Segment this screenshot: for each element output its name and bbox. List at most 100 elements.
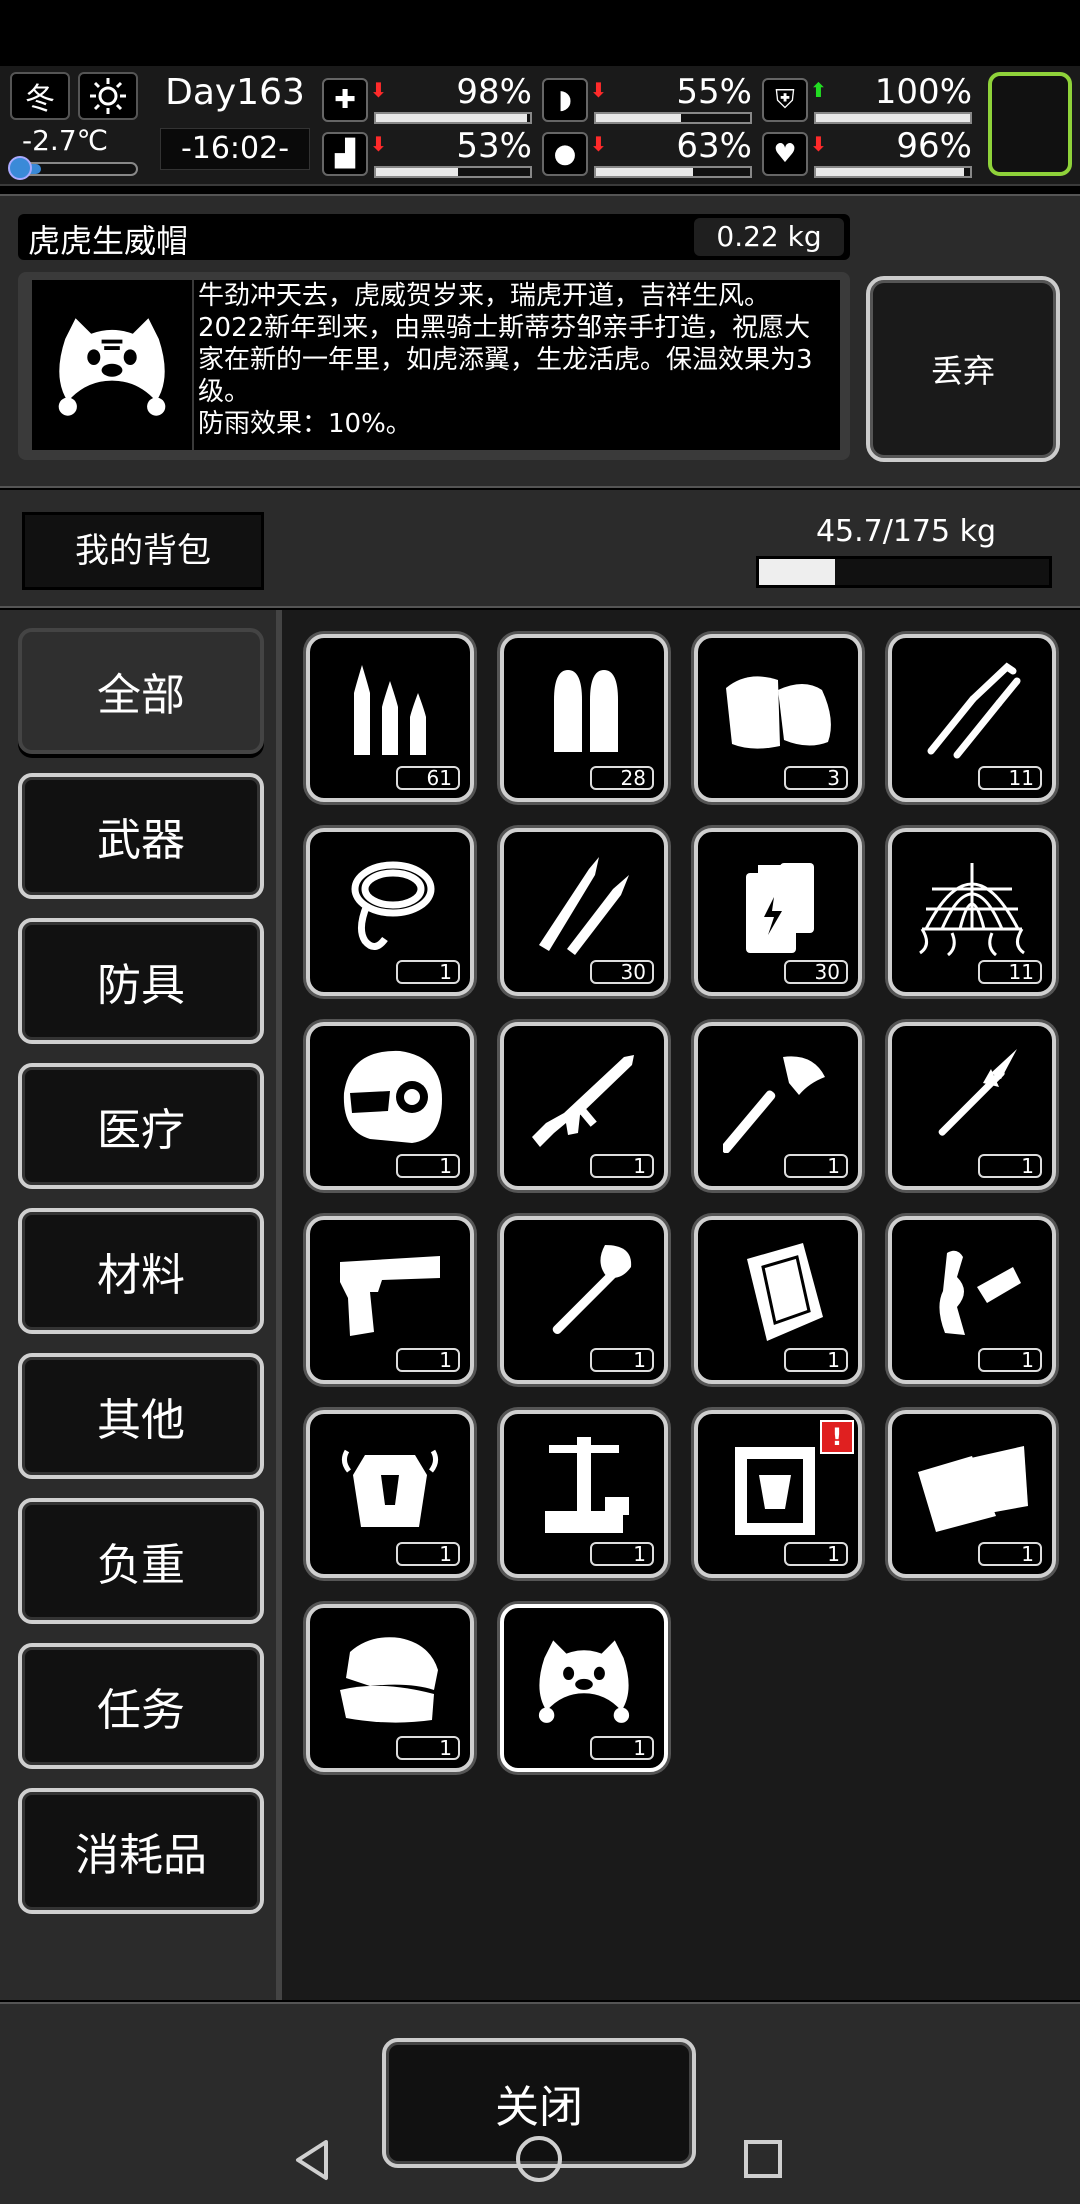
inventory-slot-cloth-bandage[interactable]: 3: [694, 634, 862, 802]
day-counter: Day163: [165, 72, 305, 113]
stat-bar: [594, 112, 752, 124]
trend-down-icon: ⬇: [590, 78, 607, 102]
item-description-box: 牛劲冲天去，虎威贺岁来，瑞虎开道，吉祥生风。2022新年到来，由黑骑士斯蒂芬邹亲…: [18, 272, 850, 460]
inventory-slot-vest-plate[interactable]: 1: [694, 1216, 862, 1384]
trend-down-icon: ⬇: [590, 132, 607, 156]
junk-parts-icon: [908, 1232, 1036, 1352]
thermometer-icon: [8, 156, 32, 180]
category-sidebar: 全部武器防具医疗材料其他负重任务消耗品: [0, 610, 282, 2000]
heart-icon: ♥: [762, 132, 808, 176]
stat-bar: [374, 112, 532, 124]
inventory-slot-pistol-bullets[interactable]: 28: [500, 634, 668, 802]
temperature-readout: -2.7℃: [22, 124, 109, 157]
health-icon: ✚: [322, 78, 368, 122]
rope-icon: [326, 844, 454, 964]
system-navbar: [0, 2130, 1080, 2204]
item-title-bar: 虎虎生威帽 0.22 kg: [18, 214, 850, 260]
inventory-slot-axe[interactable]: 1: [694, 1022, 862, 1190]
category-tab[interactable]: 医疗: [18, 1063, 264, 1189]
pistol-bullets-icon: [520, 650, 648, 770]
item-count: 30: [590, 960, 654, 984]
inventory-slot-lockpicks[interactable]: 11: [888, 634, 1056, 802]
inventory-slot-pistol[interactable]: 1: [306, 1216, 474, 1384]
stat-health: ✚ ⬇ 98%: [322, 72, 532, 126]
stat-value: 63%: [676, 126, 752, 166]
assault-rifle-icon: [520, 1038, 648, 1158]
season-label: 冬: [25, 82, 55, 117]
armor-icon: ⛨: [762, 78, 808, 122]
trend-down-icon: ⬇: [810, 132, 827, 156]
backpack-capacity-bar: [756, 556, 1052, 588]
item-count: 1: [590, 1542, 654, 1566]
stat-bar: [374, 166, 532, 178]
rifle-bullets-icon: [326, 650, 454, 770]
leg-icon: ▟: [322, 132, 368, 176]
cloth-bandage-icon: [714, 650, 842, 770]
stat-value: 53%: [456, 126, 532, 166]
inventory-slot-batteries[interactable]: 30: [694, 828, 862, 996]
inventory-slot-sniper-rounds[interactable]: 30: [500, 828, 668, 996]
inventory-slot-body-armor[interactable]: 1: [306, 1410, 474, 1578]
item-count: 61: [396, 766, 460, 790]
inventory-slot-junk-parts[interactable]: 1: [888, 1216, 1056, 1384]
backpack-header: 我的背包 45.7/175 kg: [0, 490, 1080, 608]
lockpicks-icon: [908, 650, 1036, 770]
inventory-slot-folded-clothes[interactable]: 1: [306, 1604, 474, 1772]
category-tab[interactable]: 任务: [18, 1643, 264, 1769]
inventory-slot-shovel[interactable]: 1: [500, 1216, 668, 1384]
stat-bar: [814, 166, 972, 178]
spear-icon: [908, 1038, 1036, 1158]
stat-value: 55%: [676, 72, 752, 112]
tiger-hat-icon: [32, 280, 192, 450]
category-tab[interactable]: 防具: [18, 918, 264, 1044]
backpack-label: 我的背包: [22, 512, 264, 590]
axe-icon: [714, 1038, 842, 1158]
trend-down-icon: ⬇: [370, 78, 387, 102]
quick-slot[interactable]: [988, 72, 1072, 176]
shovel-icon: [520, 1232, 648, 1352]
item-count: 1: [978, 1154, 1042, 1178]
item-count: 1: [590, 1736, 654, 1760]
inventory-slot-rifle-bullets[interactable]: 61: [306, 634, 474, 802]
backpack-capacity: 45.7/175 kg: [815, 514, 997, 549]
recent-apps-icon[interactable]: [744, 2140, 782, 2178]
inventory-slot-net[interactable]: 11: [888, 828, 1056, 996]
item-count: 28: [590, 766, 654, 790]
cloth-pieces-icon: [908, 1426, 1036, 1546]
inventory-slot-mystery-box[interactable]: 1!: [694, 1410, 862, 1578]
item-count: 1: [396, 1154, 460, 1178]
batteries-icon: [714, 844, 842, 964]
discard-button[interactable]: 丢弃: [866, 276, 1060, 462]
item-count: 1: [978, 1348, 1042, 1372]
inventory-slot-combat-helmet[interactable]: 1: [306, 1022, 474, 1190]
category-tab[interactable]: 其他: [18, 1353, 264, 1479]
item-detail-panel: 虎虎生威帽 0.22 kg 牛劲冲天去，虎威贺岁来，瑞虎开道，吉祥生风。2022…: [0, 194, 1080, 488]
category-tab[interactable]: 消耗品: [18, 1788, 264, 1914]
inventory-slot-cloth-pieces[interactable]: 1: [888, 1410, 1056, 1578]
inventory-slot-rope[interactable]: 1: [306, 828, 474, 996]
home-icon[interactable]: [516, 2136, 562, 2182]
back-icon[interactable]: [292, 2138, 332, 2182]
inventory-slot-tiger-hat[interactable]: 1: [500, 1604, 668, 1772]
stat-bar: [594, 166, 752, 178]
item-count: 1: [978, 1542, 1042, 1566]
pistol-icon: [326, 1232, 454, 1352]
stat-value: 98%: [456, 72, 532, 112]
item-count: 1: [396, 1736, 460, 1760]
item-description-body: 牛劲冲天去，虎威贺岁来，瑞虎开道，吉祥生风。2022新年到来，由黑骑士斯蒂芬邹亲…: [198, 281, 813, 407]
item-count: 1: [784, 1542, 848, 1566]
category-tab[interactable]: 负重: [18, 1498, 264, 1624]
inventory-slot-tool-stand[interactable]: 1: [500, 1410, 668, 1578]
sunny-icon: [78, 72, 138, 120]
category-tab[interactable]: 全部: [18, 628, 264, 754]
item-count: 30: [784, 960, 848, 984]
stat-value: 100%: [874, 72, 972, 112]
item-weight: 0.22 kg: [694, 218, 844, 256]
category-tab[interactable]: 材料: [18, 1208, 264, 1334]
sniper-rounds-icon: [520, 844, 648, 964]
category-tab[interactable]: 武器: [18, 773, 264, 899]
inventory-slot-assault-rifle[interactable]: 1: [500, 1022, 668, 1190]
stat-stomach: ◗ ⬇ 55%: [542, 72, 752, 126]
inventory-slot-spear[interactable]: 1: [888, 1022, 1056, 1190]
stat-bar: [814, 112, 972, 124]
